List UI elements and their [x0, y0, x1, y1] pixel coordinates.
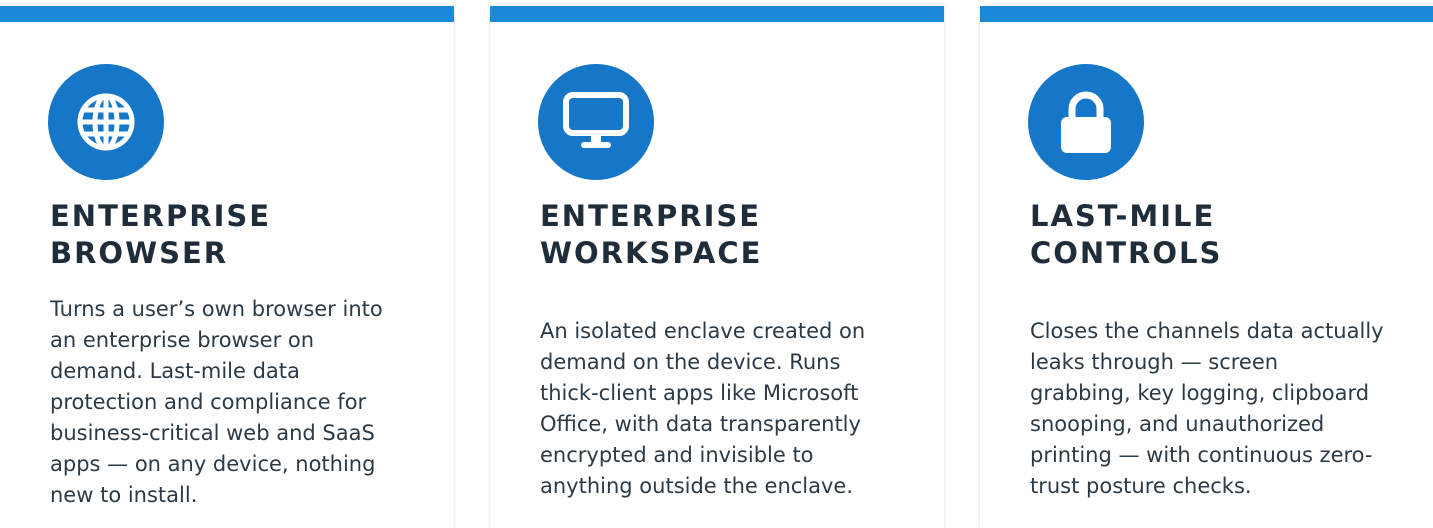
- card-description: An isolated enclave created on demand on…: [540, 319, 866, 498]
- card-accent-bar: [0, 6, 454, 22]
- card-accent-bar: [490, 6, 944, 22]
- feature-cards: ENTERPRISE BROWSER Turns a user’s own br…: [0, 0, 1433, 528]
- card-enterprise-workspace: ENTERPRISE WORKSPACE An isolated enclave…: [490, 6, 944, 528]
- globe-icon: [48, 64, 164, 180]
- card-description: Turns a user’s own browser into an enter…: [50, 297, 383, 507]
- card-last-mile-controls: LAST-MILE CONTROLS Closes the channels d…: [980, 6, 1433, 528]
- card-accent-bar: [980, 6, 1433, 22]
- lock-icon: [1028, 64, 1144, 180]
- card-enterprise-browser: ENTERPRISE BROWSER Turns a user’s own br…: [0, 6, 454, 528]
- card-title: ENTERPRISE BROWSER: [50, 199, 272, 270]
- card-description: Closes the channels data actually leaks …: [1030, 319, 1384, 498]
- card-title: LAST-MILE CONTROLS: [1030, 199, 1223, 270]
- card-title: ENTERPRISE WORKSPACE: [540, 199, 763, 270]
- monitor-icon: [538, 64, 654, 180]
